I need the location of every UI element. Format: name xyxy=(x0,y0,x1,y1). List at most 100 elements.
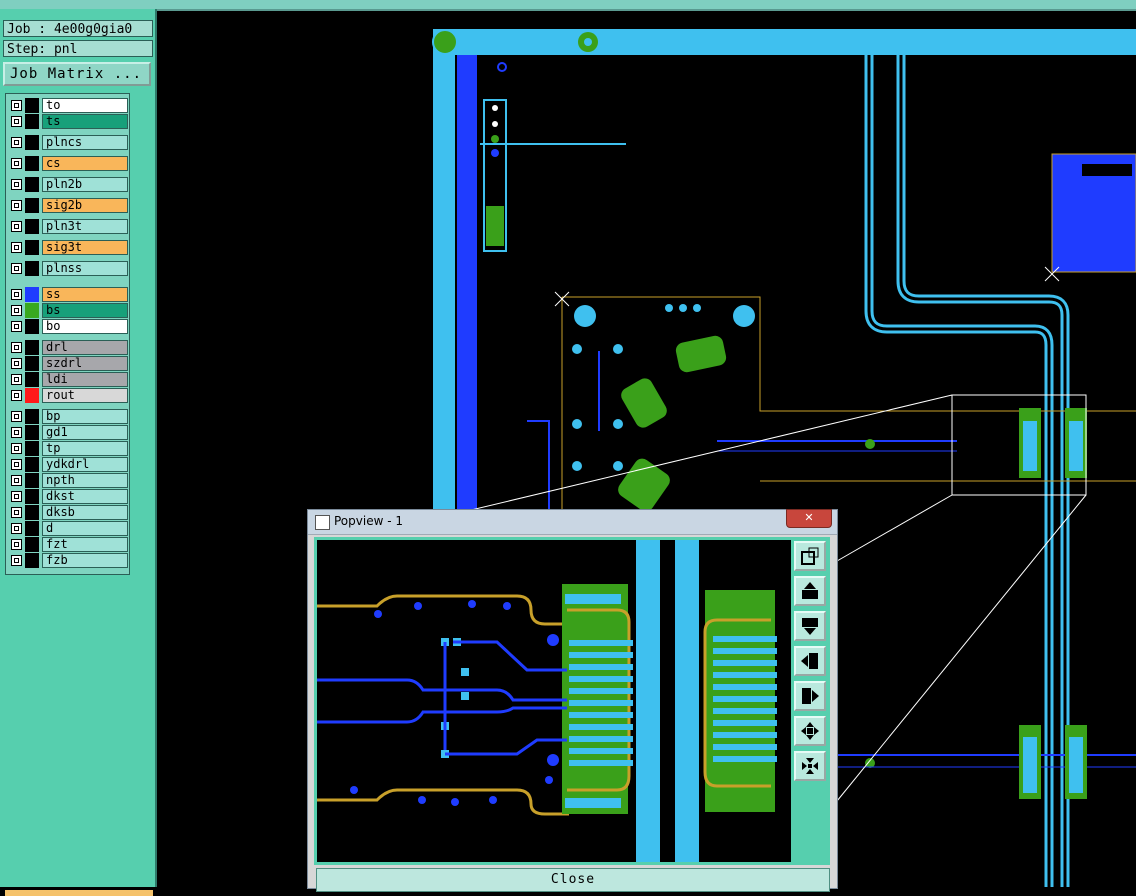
layer-name[interactable]: to xyxy=(42,98,128,113)
layer-name[interactable]: sig2b xyxy=(42,198,128,213)
layer-color-swatch[interactable] xyxy=(25,537,39,552)
layer-color-swatch[interactable] xyxy=(25,521,39,536)
layer-checkbox[interactable] xyxy=(11,491,22,502)
layer-color-swatch[interactable] xyxy=(25,303,39,318)
layer-color-swatch[interactable] xyxy=(25,489,39,504)
popview-zoom-view[interactable] xyxy=(317,540,791,862)
layer-checkbox[interactable] xyxy=(11,427,22,438)
layer-name[interactable]: rout xyxy=(42,388,128,403)
layer-name[interactable]: tp xyxy=(42,441,128,456)
layer-checkbox[interactable] xyxy=(11,200,22,211)
pan-right-icon[interactable] xyxy=(794,681,826,711)
layer-name[interactable]: npth xyxy=(42,473,128,488)
layer-name[interactable]: szdrl xyxy=(42,356,128,371)
layer-checkbox[interactable] xyxy=(11,116,22,127)
layer-checkbox[interactable] xyxy=(11,221,22,232)
close-button[interactable]: Close xyxy=(316,868,830,892)
layer-row-bo[interactable]: bo xyxy=(8,319,128,334)
layer-color-swatch[interactable] xyxy=(25,441,39,456)
layer-checkbox[interactable] xyxy=(11,321,22,332)
layer-color-swatch[interactable] xyxy=(25,473,39,488)
pan-up-icon[interactable] xyxy=(794,576,826,606)
layer-row-sig3t[interactable]: sig3t xyxy=(8,240,128,255)
layer-checkbox[interactable] xyxy=(11,342,22,353)
job-matrix-button[interactable]: Job Matrix ... xyxy=(3,62,151,86)
layer-color-swatch[interactable] xyxy=(25,114,39,129)
layer-row-ts[interactable]: ts xyxy=(8,114,128,129)
layer-name[interactable]: ts xyxy=(42,114,128,129)
layer-row-szdrl[interactable]: szdrl xyxy=(8,356,128,371)
layer-checkbox[interactable] xyxy=(11,137,22,148)
layer-name[interactable]: fzb xyxy=(42,553,128,568)
layer-color-swatch[interactable] xyxy=(25,340,39,355)
layer-color-swatch[interactable] xyxy=(25,177,39,192)
layer-checkbox[interactable] xyxy=(11,305,22,316)
layer-row-fzt[interactable]: fzt xyxy=(8,537,128,552)
layer-color-swatch[interactable] xyxy=(25,505,39,520)
zoom-in-icon[interactable] xyxy=(794,716,826,746)
zoom-fit-icon[interactable] xyxy=(794,541,826,571)
layer-name[interactable]: plnss xyxy=(42,261,128,276)
layer-checkbox[interactable] xyxy=(11,289,22,300)
layer-checkbox[interactable] xyxy=(11,158,22,169)
layer-name[interactable]: ldi xyxy=(42,372,128,387)
layer-row-rout[interactable]: rout xyxy=(8,388,128,403)
layer-name[interactable]: ss xyxy=(42,287,128,302)
layer-row-cs[interactable]: cs xyxy=(8,156,128,171)
layer-name[interactable]: d xyxy=(42,521,128,536)
layer-checkbox[interactable] xyxy=(11,459,22,470)
layer-color-swatch[interactable] xyxy=(25,261,39,276)
layer-color-swatch[interactable] xyxy=(25,198,39,213)
layer-row-bp[interactable]: bp xyxy=(8,409,128,424)
pan-left-icon[interactable] xyxy=(794,646,826,676)
layer-name[interactable]: fzt xyxy=(42,537,128,552)
popview-titlebar[interactable]: Popview - 1 ✕ xyxy=(308,509,837,535)
layer-color-swatch[interactable] xyxy=(25,425,39,440)
layer-checkbox[interactable] xyxy=(11,539,22,550)
layer-row-pln3t[interactable]: pln3t xyxy=(8,219,128,234)
layer-name[interactable]: pln3t xyxy=(42,219,128,234)
layer-row-plnss[interactable]: plnss xyxy=(8,261,128,276)
layer-color-swatch[interactable] xyxy=(25,319,39,334)
layer-color-swatch[interactable] xyxy=(25,356,39,371)
layer-name[interactable]: gd1 xyxy=(42,425,128,440)
layer-row-ydkdrl[interactable]: ydkdrl xyxy=(8,457,128,472)
layer-row-drl[interactable]: drl xyxy=(8,340,128,355)
layer-color-swatch[interactable] xyxy=(25,457,39,472)
layer-name[interactable]: cs xyxy=(42,156,128,171)
layer-color-swatch[interactable] xyxy=(25,388,39,403)
layer-checkbox[interactable] xyxy=(11,374,22,385)
layer-row-ldi[interactable]: ldi xyxy=(8,372,128,387)
layer-name[interactable]: bp xyxy=(42,409,128,424)
layer-checkbox[interactable] xyxy=(11,475,22,486)
layer-name[interactable]: bs xyxy=(42,303,128,318)
layer-color-swatch[interactable] xyxy=(25,240,39,255)
layer-name[interactable]: ydkdrl xyxy=(42,457,128,472)
layer-checkbox[interactable] xyxy=(11,443,22,454)
layer-checkbox[interactable] xyxy=(11,411,22,422)
layer-color-swatch[interactable] xyxy=(25,553,39,568)
layer-checkbox[interactable] xyxy=(11,507,22,518)
layer-color-swatch[interactable] xyxy=(25,409,39,424)
layer-row-gd1[interactable]: gd1 xyxy=(8,425,128,440)
layer-color-swatch[interactable] xyxy=(25,135,39,150)
layer-row-to[interactable]: to xyxy=(8,98,128,113)
layer-checkbox[interactable] xyxy=(11,100,22,111)
layer-name[interactable]: dkst xyxy=(42,489,128,504)
layer-row-pln2b[interactable]: pln2b xyxy=(8,177,128,192)
layer-row-bs[interactable]: bs xyxy=(8,303,128,318)
layer-checkbox[interactable] xyxy=(11,263,22,274)
layer-checkbox[interactable] xyxy=(11,179,22,190)
layer-color-swatch[interactable] xyxy=(25,98,39,113)
pan-down-icon[interactable] xyxy=(794,611,826,641)
zoom-out-icon[interactable] xyxy=(794,751,826,781)
layer-row-dksb[interactable]: dksb xyxy=(8,505,128,520)
layer-name[interactable]: drl xyxy=(42,340,128,355)
layer-name[interactable]: plncs xyxy=(42,135,128,150)
layer-checkbox[interactable] xyxy=(11,390,22,401)
layer-row-plncs[interactable]: plncs xyxy=(8,135,128,150)
layer-checkbox[interactable] xyxy=(11,358,22,369)
layer-name[interactable]: dksb xyxy=(42,505,128,520)
layer-row-ss[interactable]: ss xyxy=(8,287,128,302)
layer-color-swatch[interactable] xyxy=(25,287,39,302)
